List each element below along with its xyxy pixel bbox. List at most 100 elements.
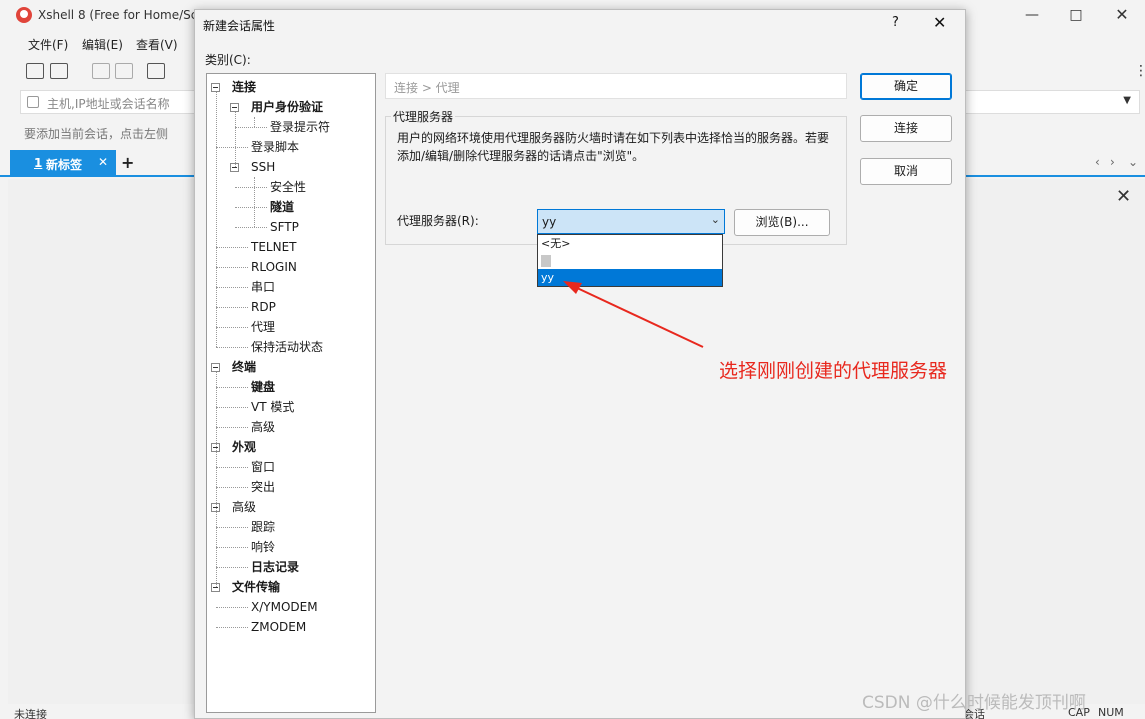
tree-item[interactable]: TELNET (251, 240, 297, 254)
new-tab-icon[interactable] (147, 63, 165, 79)
close-panel-icon[interactable]: ✕ (1116, 186, 1131, 207)
maximize-icon[interactable]: □ (1056, 4, 1096, 26)
tree-item[interactable]: 窗口 (251, 460, 275, 474)
tree-item[interactable]: 连接 (232, 80, 256, 94)
chevron-right-icon[interactable]: › (1110, 155, 1115, 169)
reconnect-icon[interactable] (115, 63, 133, 79)
tree-connector (216, 147, 248, 148)
tree-connector (216, 467, 248, 468)
tree-item[interactable]: 保持活动状态 (251, 340, 323, 354)
menu-view[interactable]: 查看(V) (136, 36, 178, 53)
menu-file[interactable]: 文件(F) (28, 36, 68, 53)
tree-item[interactable]: VT 模式 (251, 400, 294, 414)
tree-connector (216, 567, 248, 568)
tree-item[interactable]: 外观 (232, 440, 256, 454)
tree-item[interactable]: 响铃 (251, 540, 275, 554)
dropdown-option[interactable]: yy (538, 269, 722, 286)
chevron-down-icon[interactable]: ⌄ (711, 213, 720, 226)
collapse-icon[interactable] (211, 83, 220, 92)
dialog-title: 新建会话属性 (203, 19, 276, 33)
menu-edit[interactable]: 编辑(E) (82, 36, 123, 53)
proxy-server-value: yy (542, 215, 557, 229)
tree-item[interactable]: 登录脚本 (251, 140, 299, 154)
collapse-icon[interactable] (230, 103, 239, 112)
address-placeholder: 主机,IP地址或会话名称 (47, 97, 170, 111)
breadcrumb: 连接 > 代理 (385, 73, 847, 99)
group-description: 用户的网络环境使用代理服务器防火墙时请在如下列表中选择恰当的服务器。若要添加/编… (397, 131, 830, 163)
tree-connector (216, 487, 248, 488)
chevron-down-icon[interactable]: ⌄ (1128, 155, 1138, 169)
tree-connector (216, 627, 248, 628)
tree-item[interactable]: SFTP (270, 220, 299, 234)
tree-connector (216, 387, 248, 388)
proxy-server-select[interactable]: yy ⌄ (537, 209, 725, 234)
tree-connector (235, 127, 267, 128)
tree-item[interactable]: ZMODEM (251, 620, 306, 634)
tree-item[interactable]: 高级 (232, 500, 256, 514)
breadcrumb-text: 连接 > 代理 (394, 81, 460, 95)
session-icon (27, 96, 39, 108)
tree-guide (216, 372, 217, 587)
tree-item[interactable]: 文件传输 (232, 580, 280, 594)
tab-new[interactable]: 1 新标签 ✕ (10, 150, 116, 177)
tree-connector (216, 407, 248, 408)
category-label: 类别(C): (205, 53, 251, 67)
tree-connector (216, 267, 248, 268)
tree-item[interactable]: 日志记录 (251, 560, 299, 574)
tree-connector (216, 427, 248, 428)
tree-connector (216, 327, 248, 328)
tab-label: 新标签 (46, 158, 83, 172)
annotation-text: 选择刚刚创建的代理服务器 (719, 360, 948, 382)
tree-connector (216, 547, 248, 548)
tree-item[interactable]: 键盘 (251, 380, 275, 394)
dropdown-option[interactable] (538, 252, 722, 269)
tree-item[interactable]: 隧道 (270, 200, 294, 214)
dropdown-option[interactable]: <无> (538, 235, 722, 252)
collapse-icon[interactable] (211, 363, 220, 372)
tree-item[interactable]: 高级 (251, 420, 275, 434)
tree-connector (216, 527, 248, 528)
tree-item[interactable]: 代理 (251, 320, 275, 334)
tree-connector (235, 207, 267, 208)
tree-item[interactable]: 终端 (232, 360, 256, 374)
proxy-dropdown-list[interactable]: <无> yy (537, 234, 723, 287)
tree-guide (235, 112, 236, 167)
tree-connector (216, 247, 248, 248)
tree-item[interactable]: RLOGIN (251, 260, 297, 274)
tree-item[interactable]: 安全性 (270, 180, 306, 194)
group-title: 代理服务器 (391, 108, 456, 125)
tree-item[interactable]: 登录提示符 (270, 120, 330, 134)
open-session-icon[interactable] (50, 63, 68, 79)
tree-connector (216, 287, 248, 288)
tree-connector (216, 347, 248, 348)
tree-item[interactable]: SSH (251, 160, 275, 174)
proxy-server-label: 代理服务器(R): (397, 214, 479, 228)
close-tab-icon[interactable]: ✕ (98, 155, 108, 169)
disconnect-icon[interactable] (92, 63, 110, 79)
new-session-icon[interactable] (26, 63, 44, 79)
tab-number: 1 (34, 156, 43, 170)
tree-item[interactable]: 跟踪 (251, 520, 275, 534)
tree-item[interactable]: 用户身份验证 (251, 100, 323, 114)
chevron-down-icon[interactable]: ▼ (1123, 95, 1131, 106)
watermark: CSDN @什么时候能发顶刊啊 (862, 693, 1086, 713)
tree-item[interactable]: 串口 (251, 280, 275, 294)
browse-button[interactable]: 浏览(B)... (734, 209, 830, 236)
cancel-button[interactable]: 取消 (860, 158, 952, 185)
tree-item[interactable]: 突出 (251, 480, 275, 494)
tree-guide (254, 177, 255, 227)
connect-button[interactable]: 连接 (860, 115, 952, 142)
close-icon[interactable]: ✕ (933, 13, 946, 32)
tree-connector (235, 227, 267, 228)
chevron-left-icon[interactable]: ‹ (1095, 155, 1100, 169)
more-options-icon[interactable]: ⋮ (1134, 63, 1145, 79)
blurred-option (541, 255, 551, 267)
category-tree: 连接用户身份验证登录提示符登录脚本 SSH 安全性隧道 SFTP TELNET RLOGI… (206, 73, 376, 713)
tree-item[interactable]: RDP (251, 300, 276, 314)
add-tab-icon[interactable]: + (121, 153, 134, 172)
ok-button[interactable]: 确定 (860, 73, 952, 100)
minimize-icon[interactable]: — (1012, 4, 1052, 26)
close-window-icon[interactable]: ✕ (1102, 4, 1142, 26)
help-icon[interactable]: ? (892, 15, 899, 30)
tree-item[interactable]: X/YMODEM (251, 600, 318, 614)
